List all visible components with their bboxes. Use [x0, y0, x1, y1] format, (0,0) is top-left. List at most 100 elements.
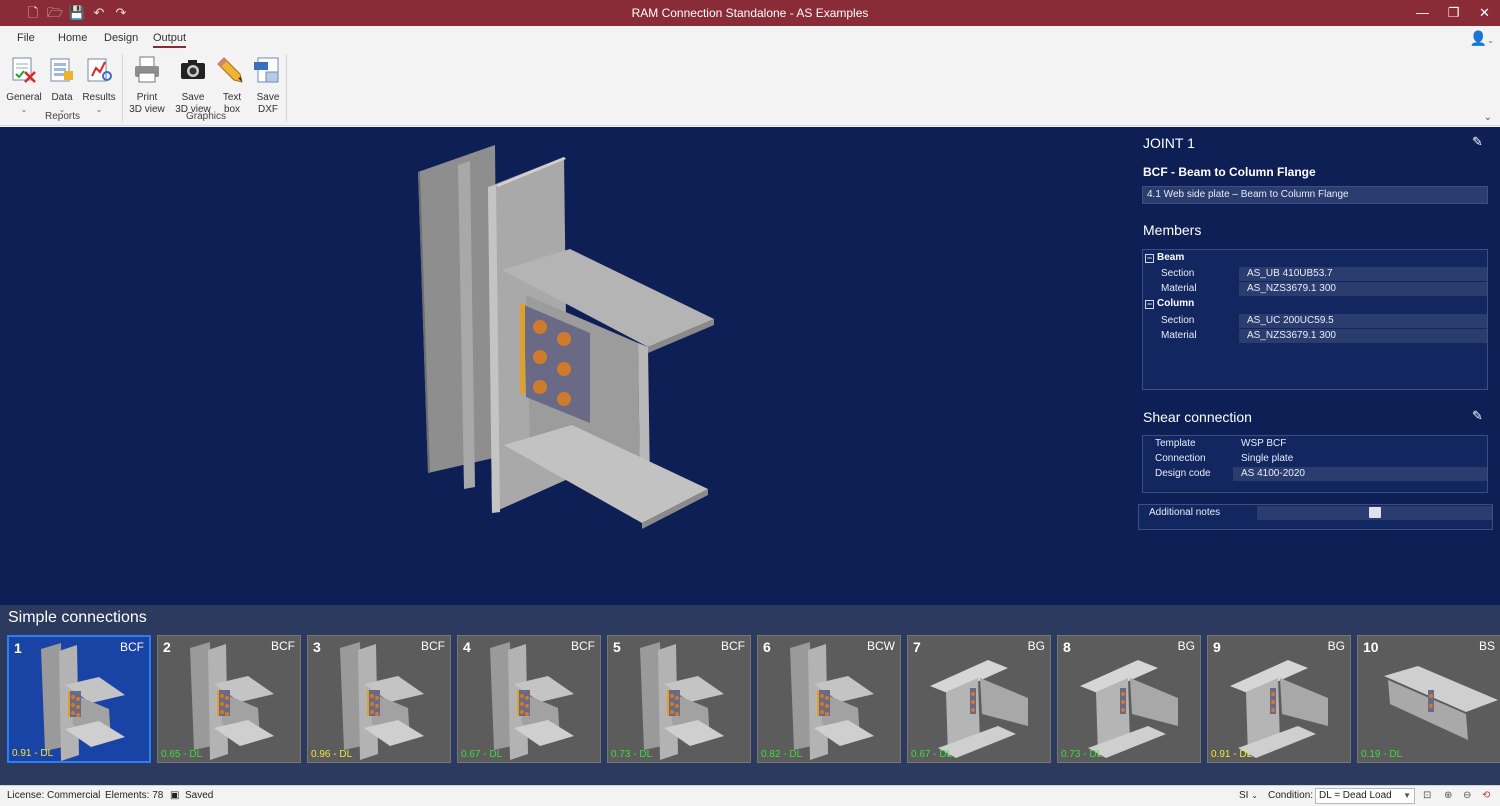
members-title: Members — [1143, 222, 1202, 238]
menu-bar: File Home Design Output 👤⌄ — [0, 26, 1500, 50]
license-status: License: Commercial — [7, 790, 101, 801]
connection-thumbnail-10[interactable]: 10 BS 0.19 - DL — [1357, 635, 1500, 763]
zoom-out-icon[interactable]: ⊖ — [1463, 790, 1471, 801]
connection-preview-icon — [1230, 660, 1328, 758]
tab-home[interactable]: Home — [58, 32, 87, 44]
ribbon: General ⌄ Data ⌄ Results ⌄ Reports Print… — [0, 50, 1500, 126]
user-account-icon[interactable]: 👤⌄ — [1470, 30, 1494, 47]
maximize-button[interactable]: ❐ — [1438, 0, 1469, 26]
thumbnail-type: BS — [1478, 639, 1495, 653]
condition-select[interactable]: DL = Dead Load ▼ — [1315, 788, 1415, 804]
tab-output[interactable]: Output — [153, 32, 187, 48]
beam-group[interactable]: − Beam — [1145, 251, 1184, 265]
shear-connection-title: Shear connection — [1143, 409, 1252, 425]
connection-thumbnail-2[interactable]: 2 BCF 0.65 - DL — [157, 635, 301, 763]
shear-table: Template WSP BCF Connection Single plate D… — [1142, 435, 1488, 493]
close-button[interactable]: ✕ — [1469, 0, 1500, 26]
reset-view-icon[interactable]: ⟲ — [1482, 790, 1490, 801]
beam-material-row[interactable]: Material AS_NZS3679.1 300 — [1153, 282, 1487, 296]
group-reports-label: Reports — [45, 111, 81, 122]
condition-label: Condition: — [1268, 790, 1314, 801]
thumbnail-number: 4 — [463, 639, 471, 655]
thumbnail-number: 1 — [14, 640, 22, 656]
beam-section-row[interactable]: Section AS_UB 410UB53.7 — [1153, 267, 1487, 281]
column-material-row[interactable]: Material AS_NZS3679.1 300 — [1153, 329, 1487, 343]
thumbnail-type: BG — [1177, 639, 1195, 653]
connection-thumbnail-8[interactable]: 8 BG 0.73 - DL — [1057, 635, 1201, 763]
units-select[interactable]: SI ⌄ — [1239, 790, 1258, 801]
zoom-extents-icon[interactable]: ⊡ — [1423, 790, 1431, 801]
edit-joint-icon[interactable]: ✎ — [1472, 135, 1486, 149]
collapse-ribbon-icon[interactable]: ⌄ — [1484, 112, 1492, 123]
thumbnail-number: 9 — [1213, 639, 1221, 655]
print-3d-label: Print 3D view — [129, 92, 165, 115]
zoom-in-icon[interactable]: ⊕ — [1444, 790, 1452, 801]
print-3d-view-button[interactable]: Print 3D view — [124, 54, 170, 116]
connection-preview-icon — [1080, 660, 1178, 758]
group-separator — [286, 54, 287, 122]
connection-preview-icon — [340, 642, 424, 760]
joint-title: JOINT 1 — [1143, 135, 1195, 151]
connection-thumbnail-4[interactable]: 4 BCF 0.67 - DL — [457, 635, 601, 763]
pencil-icon — [217, 57, 243, 83]
notes-edit-icon[interactable] — [1369, 507, 1381, 518]
thumbnail-type: BCF — [571, 639, 595, 653]
additional-notes-row[interactable]: Additional notes — [1139, 506, 1492, 520]
minimize-button[interactable]: — — [1407, 0, 1438, 26]
connection-preview-icon — [41, 643, 125, 761]
connection-thumbnail-7[interactable]: 7 BG 0.67 - DL — [907, 635, 1051, 763]
saved-status: Saved — [185, 790, 214, 801]
connection-preview-icon — [640, 642, 724, 760]
column-section-row[interactable]: Section AS_UC 200UC59.5 — [1153, 314, 1487, 328]
connection-row[interactable]: Connection Single plate — [1147, 452, 1487, 466]
data-report-icon — [50, 58, 73, 82]
connection-thumbnail-6[interactable]: 6 BCW 0.82 - DL — [757, 635, 901, 763]
connection-preview-icon — [490, 642, 574, 760]
edit-shear-connection-icon[interactable]: ✎ — [1472, 409, 1486, 423]
thumbnail-number: 10 — [1363, 639, 1379, 655]
save-dxf-button[interactable]: Save DXF — [245, 54, 291, 116]
connection-thumbnail-9[interactable]: 9 BG 0.91 - DL — [1207, 635, 1351, 763]
thumbnail-ratio: 0.19 - DL — [1361, 749, 1403, 760]
connection-preview-icon — [930, 660, 1028, 758]
thumbnail-number: 2 — [163, 639, 171, 655]
thumbnail-type: BG — [1027, 639, 1045, 653]
saved-icon: ▣ — [170, 790, 180, 801]
elements-count: Elements: 78 — [105, 790, 164, 801]
thumbnail-type: BCW — [867, 639, 895, 653]
thumbnail-ratio: 0.73 - DL — [611, 749, 653, 760]
connection-thumbnail-1[interactable]: 1 BCF 0.91 - DL — [7, 635, 151, 763]
thumbnail-ratio: 0.67 - DL — [461, 749, 503, 760]
thumbnail-ratio: 0.82 - DL — [761, 749, 803, 760]
connection-thumbnail-3[interactable]: 3 BCF 0.96 - DL — [307, 635, 451, 763]
column-group[interactable]: − Column — [1145, 297, 1194, 311]
results-label: Results — [82, 92, 116, 103]
template-row[interactable]: Template WSP BCF — [1147, 437, 1487, 451]
thumbnail-ratio: 0.91 - DL — [12, 748, 54, 759]
thumbnail-ratio: 0.73 - DL — [1061, 749, 1103, 760]
general-report-icon — [12, 57, 36, 83]
connection-3d-model[interactable] — [380, 127, 760, 547]
notes-box: Additional notes — [1138, 504, 1493, 530]
thumbnail-type: BCF — [721, 639, 745, 653]
thumbnail-number: 5 — [613, 639, 621, 655]
properties-panel: JOINT 1 ✎ BCF - Beam to Column Flange 4.… — [1138, 127, 1500, 605]
thumbnail-ratio: 0.67 - DL — [911, 749, 953, 760]
thumbnail-type: BG — [1327, 639, 1345, 653]
connection-preview-icon — [790, 642, 874, 760]
design-code-row[interactable]: Design code AS 4100-2020 — [1147, 467, 1487, 481]
connection-description: 4.1 Web side plate – Beam to Column Flan… — [1142, 186, 1488, 204]
tab-design[interactable]: Design — [104, 32, 138, 44]
thumbnail-ratio: 0.65 - DL — [161, 749, 203, 760]
results-report-button[interactable]: Results ⌄ — [76, 54, 122, 116]
window-title: RAM Connection Standalone - AS Examples — [631, 6, 869, 20]
thumbnail-ratio: 0.91 - DL — [1211, 749, 1253, 760]
connection-thumbnail-5[interactable]: 5 BCF 0.73 - DL — [607, 635, 751, 763]
collapse-icon: − — [1145, 299, 1154, 309]
thumbnail-type: BCF — [271, 639, 295, 653]
status-bar: License: Commercial Elements: 78 ▣ Saved… — [0, 785, 1500, 806]
title-bar: 🗋 🗁 💾 ↶ ↷ RAM Connection Standalone - AS… — [0, 0, 1500, 26]
thumbnail-number: 8 — [1063, 639, 1071, 655]
tab-file[interactable]: File — [17, 32, 35, 44]
connection-preview-icon — [190, 642, 274, 760]
